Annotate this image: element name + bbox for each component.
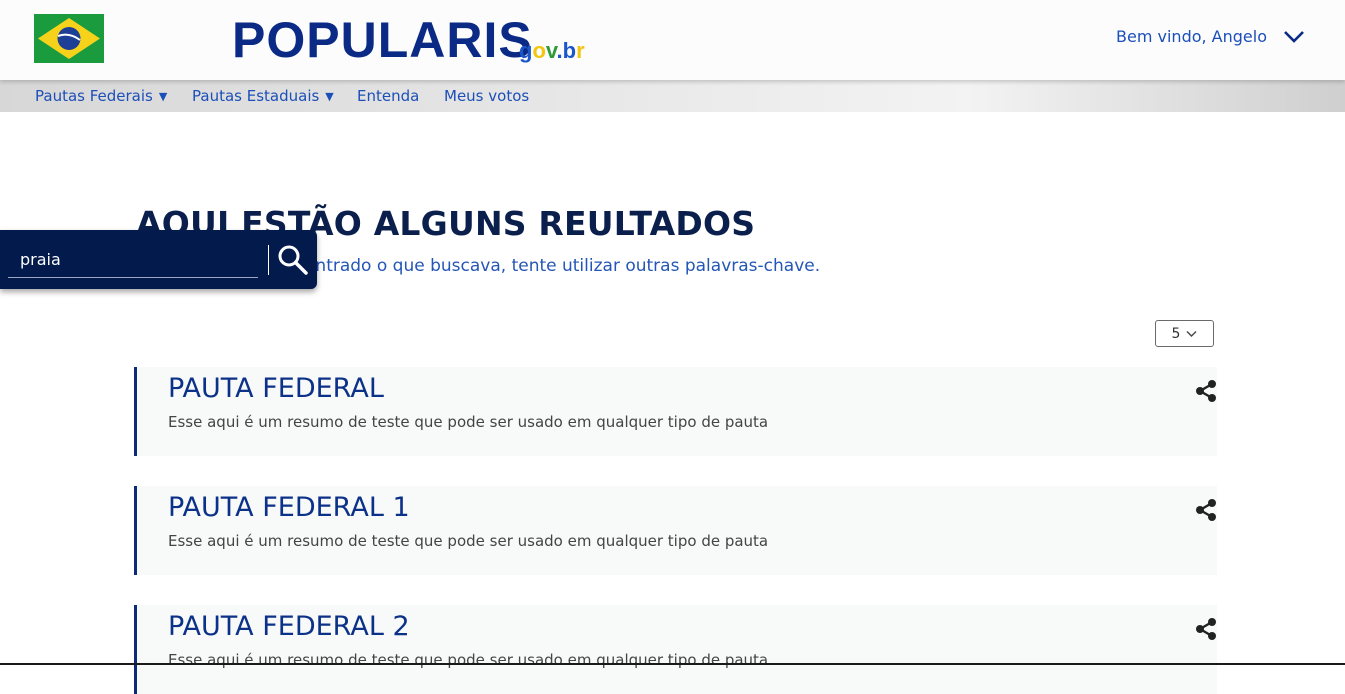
caret-down-icon: ▼ <box>325 89 334 103</box>
nav-pautas-federais[interactable]: Pautas Federais ▼ <box>35 87 167 105</box>
search-icon <box>278 245 308 275</box>
result-title: PAUTA FEDERAL 2 <box>168 611 410 642</box>
search-panel <box>0 230 317 289</box>
result-card[interactable]: PAUTA FEDERAL 1 Esse aqui é um resumo de… <box>134 486 1217 575</box>
page-size-select[interactable]: 5 <box>1155 320 1214 347</box>
search-input[interactable] <box>8 242 258 278</box>
result-card[interactable]: PAUTA FEDERAL Esse aqui é um resumo de t… <box>134 367 1217 456</box>
result-summary: Esse aqui é um resumo de teste que pode … <box>168 651 769 669</box>
result-title: PAUTA FEDERAL <box>168 373 384 404</box>
search-button[interactable] <box>276 244 310 276</box>
result-title: PAUTA FEDERAL 1 <box>168 492 410 523</box>
result-summary: Esse aqui é um resumo de teste que pode … <box>168 413 769 431</box>
nav-meus-votos[interactable]: Meus votos <box>444 87 529 105</box>
caret-down-icon: ▼ <box>158 89 168 103</box>
gov-br-logo: gov.br <box>519 38 585 63</box>
share-icon[interactable] <box>1195 379 1217 403</box>
nav-pautas-estaduais[interactable]: Pautas Estaduais ▼ <box>192 87 334 105</box>
user-menu[interactable]: Bem vindo, Angelo <box>1116 27 1305 46</box>
brazil-flag-icon <box>34 14 104 63</box>
chevron-down-icon <box>1284 30 1304 43</box>
share-icon[interactable] <box>1195 498 1217 522</box>
chevron-down-icon <box>1186 330 1197 337</box>
search-divider <box>268 245 269 275</box>
result-summary: Esse aqui é um resumo de teste que pode … <box>168 532 769 550</box>
brand-logo-text: POPULARIS <box>232 12 533 68</box>
result-card[interactable]: PAUTA FEDERAL 2 Esse aqui é um resumo de… <box>134 605 1217 694</box>
nav-entenda[interactable]: Entenda <box>357 87 419 105</box>
main-nav: Pautas Federais ▼ Pautas Estaduais ▼ Ent… <box>0 80 1345 112</box>
top-header: POPULARIS gov.br Bem vindo, Angelo <box>0 0 1345 80</box>
share-icon[interactable] <box>1195 617 1217 641</box>
user-greeting: Bem vindo, Angelo <box>1116 27 1267 46</box>
page-size-value: 5 <box>1171 325 1181 342</box>
